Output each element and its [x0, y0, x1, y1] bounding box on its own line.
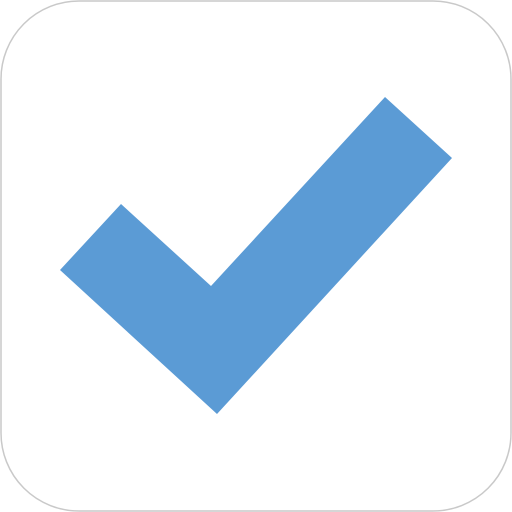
app-icon-tile[interactable] — [0, 0, 512, 512]
app-icon-graphic — [0, 0, 512, 512]
